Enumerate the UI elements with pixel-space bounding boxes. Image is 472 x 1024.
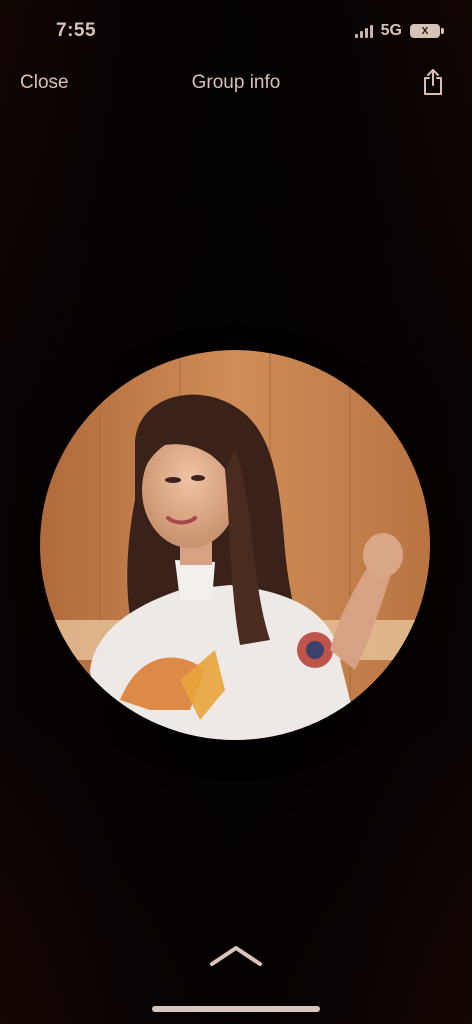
nav-bar: Close Group info <box>0 62 472 106</box>
share-button[interactable] <box>418 66 448 98</box>
status-bar: 7:55 5G X <box>0 0 472 60</box>
network-label: 5G <box>380 22 402 39</box>
close-button[interactable]: Close <box>20 72 69 94</box>
group-info-screen: 7:55 5G X Close Group info <box>0 0 472 1024</box>
chevron-up-icon <box>210 946 262 966</box>
signal-icon <box>354 24 373 38</box>
battery-icon: X <box>410 24 444 38</box>
expand-button[interactable] <box>206 938 266 972</box>
share-icon <box>424 69 442 95</box>
group-photo-image <box>40 350 430 740</box>
page-title: Group info <box>191 72 281 93</box>
group-photo[interactable] <box>40 350 430 740</box>
status-indicators: 5G X <box>354 22 444 40</box>
battery-label: X <box>421 25 429 37</box>
status-time: 7:55 <box>56 20 97 41</box>
home-indicator[interactable] <box>152 1006 320 1012</box>
